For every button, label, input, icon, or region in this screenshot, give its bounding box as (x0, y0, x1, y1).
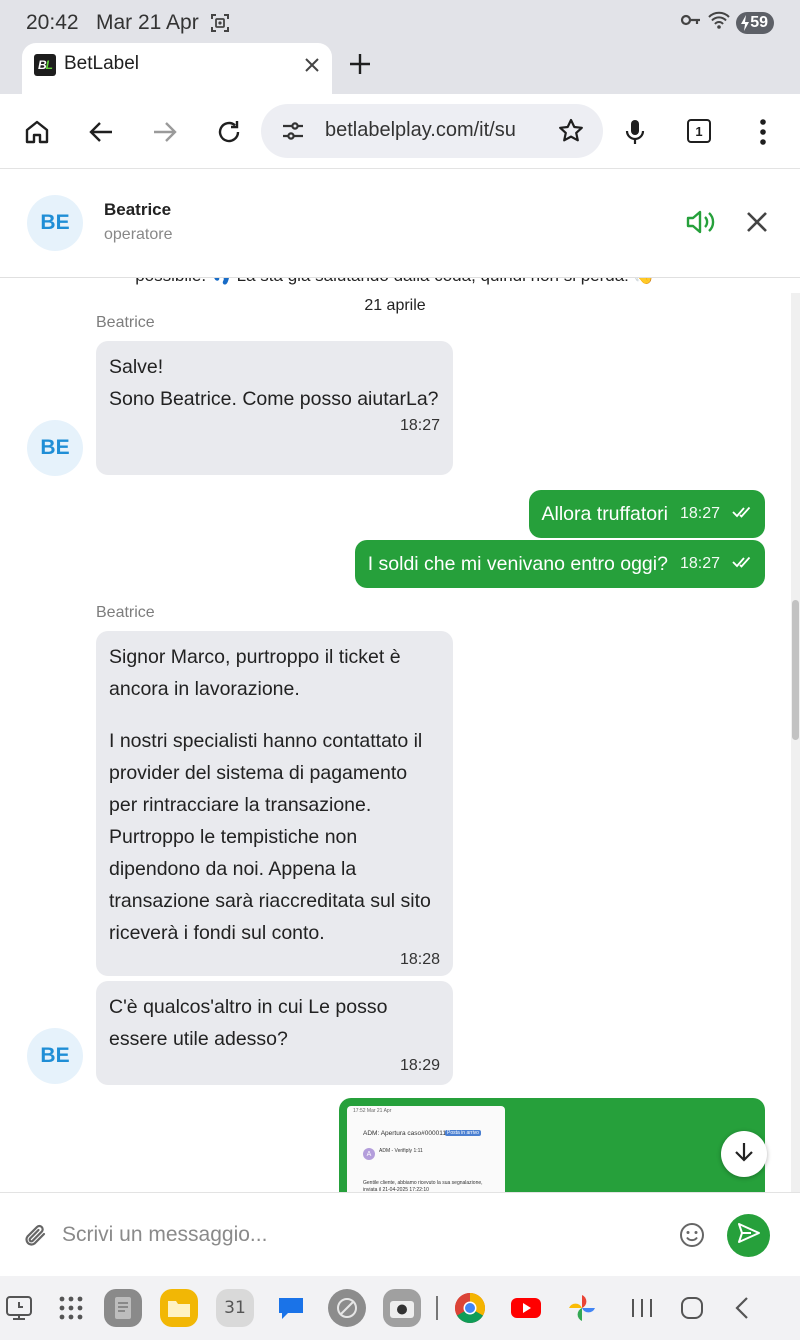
message-text: I soldi che mi venivano entro oggi? (367, 552, 668, 575)
agent-avatar: BE (27, 195, 83, 251)
message-text: Salve! Sono Beatrice. Come posso aiutarL… (109, 356, 439, 410)
system-status-bar: 20:42 Mar 21 Apr 59 (0, 0, 800, 46)
new-tab-button[interactable] (348, 52, 372, 81)
status-date: Mar 21 Apr (96, 11, 199, 34)
tab-switcher-button[interactable]: 1 (687, 119, 711, 143)
incoming-message: Salve! Sono Beatrice. Come posso aiutarL… (96, 341, 453, 475)
app-drawer-icon[interactable] (52, 1289, 90, 1327)
agent-name: Beatrice (104, 200, 172, 219)
send-icon (737, 1221, 761, 1250)
close-icon[interactable] (745, 210, 769, 239)
chrome-app-icon[interactable] (451, 1289, 489, 1327)
message-sender: Beatrice (96, 604, 155, 621)
dock-divider (436, 1296, 438, 1320)
thumbnail-subject: ADM: Apertura caso#00001195 (363, 1130, 454, 1137)
browser-tab-strip: BL BetLabel (0, 43, 800, 94)
incoming-message: C'è qualcos'altro in cui Le posso essere… (96, 981, 453, 1085)
emoji-icon[interactable] (679, 1222, 705, 1253)
youtube-app-icon[interactable] (507, 1289, 545, 1327)
status-time: 20:42 (26, 11, 79, 34)
system-taskbar: 31 (0, 1276, 800, 1340)
agent-avatar: BE (27, 420, 83, 476)
wifi-icon (708, 11, 730, 34)
message-text: C'è qualcos'altro in cui Le posso essere… (109, 996, 388, 1050)
message-time: 18:27 (399, 417, 440, 434)
forward-icon[interactable] (151, 118, 179, 146)
camera-app-icon[interactable] (383, 1289, 421, 1327)
battery-level: 59 (750, 13, 768, 31)
status-indicators: 59 (680, 11, 774, 34)
message-time: 18:27 (679, 505, 720, 522)
home-button[interactable] (673, 1289, 711, 1327)
recent-apps-panel-icon[interactable] (0, 1289, 38, 1327)
message-sender: Beatrice (96, 314, 155, 331)
key-icon (680, 13, 702, 32)
scroll-to-bottom-button[interactable] (721, 1131, 767, 1177)
outgoing-message: I soldi che mi venivano entro oggi? 18:2… (354, 540, 765, 588)
thumbnail-body: Gentile cliente, abbiamo ricevuto la sua… (363, 1180, 483, 1192)
battery-indicator: 59 (736, 11, 774, 34)
thumbnail-label: Posta in arrivo (445, 1130, 481, 1136)
calendar-app-icon[interactable]: 31 (216, 1289, 254, 1327)
screenshot-thumbnail[interactable]: 17:52 Mar 21 Apr ADM: Apertura caso#0000… (347, 1106, 505, 1192)
incoming-message: Signor Marco, purtroppo il ticket è anco… (96, 631, 453, 976)
attach-icon[interactable] (22, 1222, 50, 1255)
favicon-icon: BL (34, 54, 56, 76)
photos-app-icon[interactable] (563, 1289, 601, 1327)
recents-button[interactable] (623, 1289, 661, 1327)
thumbnail-sender: ADM - Verifiply 1:11 (379, 1148, 423, 1154)
message-text: Signor Marco, purtroppo il ticket è anco… (109, 646, 401, 700)
browser-toolbar: betlabelplay.com/it/su 1 (0, 94, 800, 169)
message-input[interactable] (62, 1215, 657, 1255)
chat-messages[interactable]: possibile. 👣 La sta già salutando dalla … (0, 278, 800, 1192)
message-time: 18:28 (399, 951, 440, 968)
chat-header: BE Beatrice operatore (0, 170, 800, 278)
message-time: 18:27 (679, 555, 720, 572)
notes-app-icon[interactable] (104, 1289, 142, 1327)
message-text: Allora truffatori (541, 502, 668, 525)
scrollbar-thumb[interactable] (792, 600, 799, 740)
message-time: 18:29 (399, 1057, 440, 1074)
outgoing-message: Allora truffatori 18:27 (528, 490, 765, 538)
close-tab-icon[interactable] (302, 55, 322, 80)
home-icon[interactable] (23, 118, 51, 146)
arrow-down-icon (733, 1141, 755, 1168)
reload-icon[interactable] (215, 118, 243, 146)
thumbnail-status: 17:52 Mar 21 Apr (353, 1108, 392, 1114)
star-icon[interactable] (557, 117, 585, 150)
browser-app-icon[interactable] (328, 1289, 366, 1327)
back-button[interactable] (723, 1289, 761, 1327)
read-receipt-icon (732, 505, 752, 523)
browser-tab-active[interactable]: BL BetLabel (22, 43, 332, 94)
mic-icon[interactable] (621, 118, 649, 146)
speaker-icon[interactable] (685, 207, 717, 242)
site-settings-icon[interactable] (281, 120, 305, 147)
messages-app-icon[interactable] (272, 1289, 310, 1327)
files-app-icon[interactable] (160, 1289, 198, 1327)
read-receipt-icon (732, 555, 752, 573)
date-separator: 21 aprile (364, 297, 426, 314)
scrollbar-track[interactable] (791, 293, 800, 1192)
address-bar[interactable]: betlabelplay.com/it/su (261, 104, 603, 158)
back-icon[interactable] (87, 118, 115, 146)
image-message[interactable]: 17:52 Mar 21 Apr ADM: Apertura caso#0000… (339, 1098, 765, 1192)
url-text: betlabelplay.com/it/su (325, 119, 516, 141)
agent-avatar: BE (27, 1028, 83, 1084)
agent-role: operatore (104, 226, 173, 243)
thumbnail-avatar: A (363, 1148, 375, 1160)
screenshot-icon (210, 13, 230, 38)
message-composer (0, 1192, 800, 1276)
more-icon[interactable] (749, 118, 777, 146)
send-button[interactable] (727, 1214, 770, 1257)
tab-title: BetLabel (64, 53, 140, 74)
previous-message-text: possibile. 👣 La sta già salutando dalla … (0, 278, 790, 286)
message-text: I nostri specialisti hanno contattato il… (109, 730, 431, 944)
